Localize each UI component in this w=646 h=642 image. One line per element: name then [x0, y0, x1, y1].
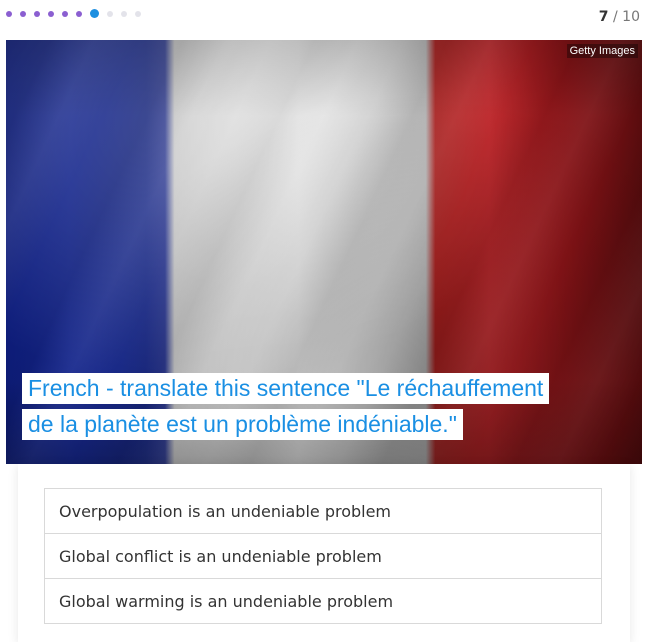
quiz-image-french-flag: Getty Images French - translate this sen… — [6, 40, 642, 464]
total-questions: 10 — [622, 9, 640, 25]
progress-dot — [48, 10, 54, 17]
progress-dot — [20, 10, 26, 17]
answer-option-1[interactable]: Overpopulation is an undeniable problem — [44, 488, 602, 534]
progress-dot — [76, 10, 82, 17]
question-text: French - translate this sentence "Le réc… — [22, 370, 612, 442]
answer-option-2[interactable]: Global conflict is an undeniable problem — [44, 534, 602, 579]
answer-list: Overpopulation is an undeniable problem … — [44, 488, 602, 624]
progress-dot — [121, 10, 127, 17]
progress-dot — [107, 10, 113, 17]
progress-dots — [6, 9, 149, 18]
image-credit: Getty Images — [566, 44, 638, 58]
progress-dot — [34, 10, 40, 17]
answers-card: Overpopulation is an undeniable problem … — [18, 464, 630, 642]
current-question-number: 7 — [598, 9, 609, 25]
progress-dot — [62, 10, 68, 17]
progress-dot-current — [90, 9, 99, 18]
question-line-1: French - translate this sentence "Le réc… — [22, 373, 550, 404]
answer-option-3[interactable]: Global warming is an undeniable problem — [44, 579, 602, 624]
question-line-2: de la planète est un problème indéniable… — [22, 409, 463, 440]
counter-separator: / — [608, 9, 623, 25]
question-counter: 7 / 10 — [599, 9, 640, 25]
quiz-progress: 7 / 10 — [0, 0, 646, 32]
progress-dot — [135, 10, 141, 17]
progress-dot — [6, 10, 12, 17]
